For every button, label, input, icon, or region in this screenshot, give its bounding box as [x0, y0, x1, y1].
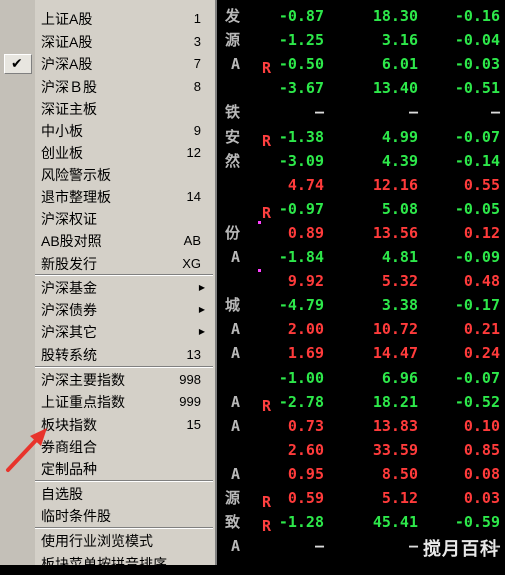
- annotation-arrow-icon: [6, 428, 47, 472]
- watermark: 搅月百科: [423, 539, 499, 560]
